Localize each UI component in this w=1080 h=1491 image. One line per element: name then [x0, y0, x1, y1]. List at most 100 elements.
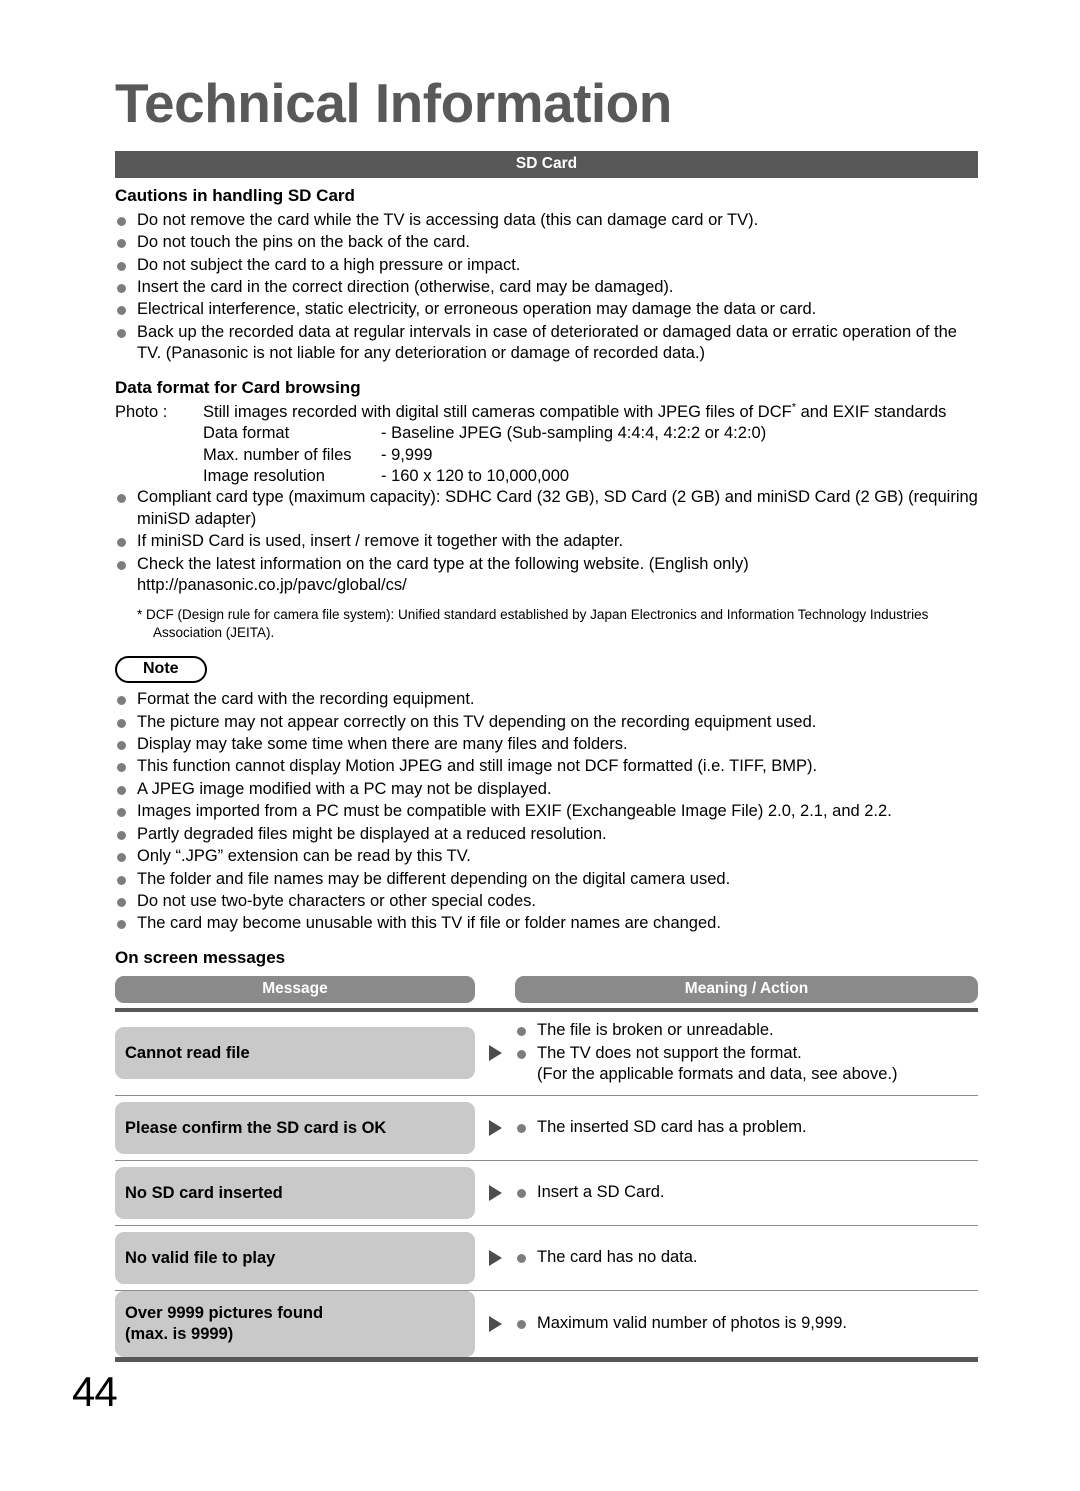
list-item: If miniSD Card is used, insert / remove … [115, 531, 980, 552]
meaning-text: The TV does not support the format. [537, 1043, 802, 1062]
list-item: Do not touch the pins on the back of the… [115, 232, 980, 253]
message-pill: Please confirm the SD card is OK [115, 1102, 475, 1155]
triangle-right-icon [488, 1250, 502, 1267]
list-item: The card may become unusable with this T… [115, 913, 980, 934]
list-item: Maximum valid number of photos is 9,999. [515, 1313, 847, 1335]
message-pill: Cannot read file [115, 1027, 475, 1080]
message-text: Over 9999 pictures found [125, 1304, 324, 1323]
table-row: No valid file to play The card has no da… [115, 1226, 978, 1292]
card-type-list: Compliant card type (maximum capacity): … [115, 487, 980, 596]
list-item: The inserted SD card has a problem. [515, 1117, 807, 1139]
cautions-heading: Cautions in handling SD Card [115, 185, 355, 205]
table-cell-message: No SD card inserted [115, 1161, 475, 1225]
spec-row: Image resolution - 160 x 120 to 10,000,0… [203, 466, 980, 487]
table-cell-meaning: The inserted SD card has a problem. [515, 1096, 978, 1160]
column-header-spacer [475, 976, 515, 1003]
triangle-right-icon [488, 1185, 502, 1202]
photo-description: Still images recorded with digital still… [203, 402, 980, 423]
list-item: Only “.JPG” extension can be read by thi… [115, 846, 980, 867]
page-content: Technical Information SD Card Cautions i… [115, 72, 980, 1363]
table-cell-meaning: Insert a SD Card. [515, 1161, 978, 1225]
section-header-bar: SD Card [115, 150, 978, 178]
table-cell-arrow [475, 1226, 515, 1290]
list-item: Do not use two-byte characters or other … [115, 891, 980, 912]
message-text: Please confirm the SD card is OK [125, 1118, 387, 1137]
column-header-message: Message [115, 975, 475, 1003]
note-list: Format the card with the recording equip… [115, 689, 980, 935]
spec-name: Max. number of files [203, 445, 352, 464]
message-text: No SD card inserted [125, 1183, 283, 1202]
table-header-row: Message Meaning / Action [115, 975, 978, 1003]
meaning-list: The card has no data. [515, 1247, 698, 1270]
messages-table: Message Meaning / Action Cannot read fil… [115, 975, 978, 1363]
note-badge: Note [115, 656, 207, 684]
triangle-right-icon [488, 1045, 502, 1062]
list-item: The folder and file names may be differe… [115, 869, 980, 890]
list-item: Insert the card in the correct direction… [115, 277, 980, 298]
triangle-right-icon [488, 1316, 502, 1333]
list-item: Insert a SD Card. [515, 1182, 664, 1204]
message-text-line2: (max. is 9999) [125, 1325, 234, 1344]
list-item: Back up the recorded data at regular int… [115, 322, 980, 365]
column-header-meaning: Meaning / Action [515, 975, 978, 1003]
table-cell-message: No valid file to play [115, 1226, 475, 1290]
list-item: A JPEG image modified with a PC may not … [115, 779, 980, 800]
table-cell-arrow [475, 1012, 515, 1095]
list-item: Format the card with the recording equip… [115, 689, 980, 710]
message-pill: No valid file to play [115, 1232, 475, 1285]
triangle-right-icon [488, 1120, 502, 1137]
table-row: Please confirm the SD card is OK The ins… [115, 1096, 978, 1162]
spec-list: Data format - Baseline JPEG (Sub-samplin… [115, 423, 980, 487]
meaning-list: The file is broken or unreadable. The TV… [515, 1020, 897, 1087]
spec-row: Data format - Baseline JPEG (Sub-samplin… [203, 423, 980, 444]
dcf-footnote: * DCF (Design rule for camera file syste… [137, 606, 929, 640]
table-cell-arrow [475, 1161, 515, 1225]
list-item: The picture may not appear correctly on … [115, 712, 980, 733]
photo-description-after: and EXIF standards [796, 402, 947, 421]
meaning-list: Maximum valid number of photos is 9,999. [515, 1313, 847, 1336]
list-item: Images imported from a PC must be compat… [115, 801, 980, 822]
list-item: Display may take some time when there ar… [115, 734, 980, 755]
list-item: Partly degraded files might be displayed… [115, 824, 980, 845]
messages-heading: On screen messages [115, 947, 286, 967]
table-cell-arrow [475, 1096, 515, 1160]
photo-label: Photo : [115, 402, 168, 421]
table-row: Cannot read file The file is broken or u… [115, 1012, 978, 1097]
message-text: No valid file to play [125, 1248, 276, 1267]
table-row: Over 9999 pictures found (max. is 9999) … [115, 1291, 978, 1358]
list-item: Compliant card type (maximum capacity): … [115, 487, 980, 530]
list-item: Do not subject the card to a high pressu… [115, 255, 980, 276]
meaning-list: The inserted SD card has a problem. [515, 1117, 807, 1140]
message-pill: Over 9999 pictures found (max. is 9999) [115, 1291, 475, 1358]
spec-name: Image resolution [203, 467, 325, 485]
list-item: Electrical interference, static electric… [115, 299, 980, 320]
table-cell-meaning: The card has no data. [515, 1226, 978, 1290]
spec-name: Data format [203, 424, 290, 443]
spec-value: - Baseline JPEG (Sub-sampling 4:4:4, 4:2… [381, 424, 767, 443]
spec-value: - 9,999 [381, 445, 433, 464]
cautions-list: Do not remove the card while the TV is a… [115, 210, 980, 365]
page-title: Technical Information [115, 72, 672, 134]
page-number: 44 [72, 1368, 118, 1415]
list-item-website: Check the latest information on the card… [115, 554, 980, 597]
table-cell-arrow [475, 1291, 515, 1357]
data-format-heading: Data format for Card browsing [115, 377, 361, 397]
photo-description-before: Still images recorded with digital still… [203, 402, 792, 421]
list-item: The TV does not support the format. (For … [515, 1043, 897, 1087]
list-item: This function cannot display Motion JPEG… [115, 756, 980, 777]
spec-value: - 160 x 120 to 10,000,000 [381, 467, 570, 485]
spec-row: Max. number of files - 9,999 [203, 445, 980, 466]
list-item: The card has no data. [515, 1247, 698, 1269]
meaning-list: Insert a SD Card. [515, 1182, 664, 1205]
table-cell-message: Please confirm the SD card is OK [115, 1096, 475, 1160]
message-pill: No SD card inserted [115, 1167, 475, 1220]
list-item: Do not remove the card while the TV is a… [115, 210, 980, 231]
message-text: Cannot read file [125, 1043, 250, 1062]
table-bottom-rule [115, 1357, 978, 1363]
meaning-subnote: (For the applicable formats and data, se… [537, 1065, 898, 1084]
table-cell-message: Over 9999 pictures found (max. is 9999) [115, 1291, 475, 1358]
list-item: The file is broken or unreadable. [515, 1020, 897, 1042]
table-cell-message: Cannot read file [115, 1012, 475, 1095]
photo-definition-row: Photo : Still images recorded with digit… [115, 402, 980, 423]
table-row: No SD card inserted Insert a SD Card. [115, 1161, 978, 1227]
